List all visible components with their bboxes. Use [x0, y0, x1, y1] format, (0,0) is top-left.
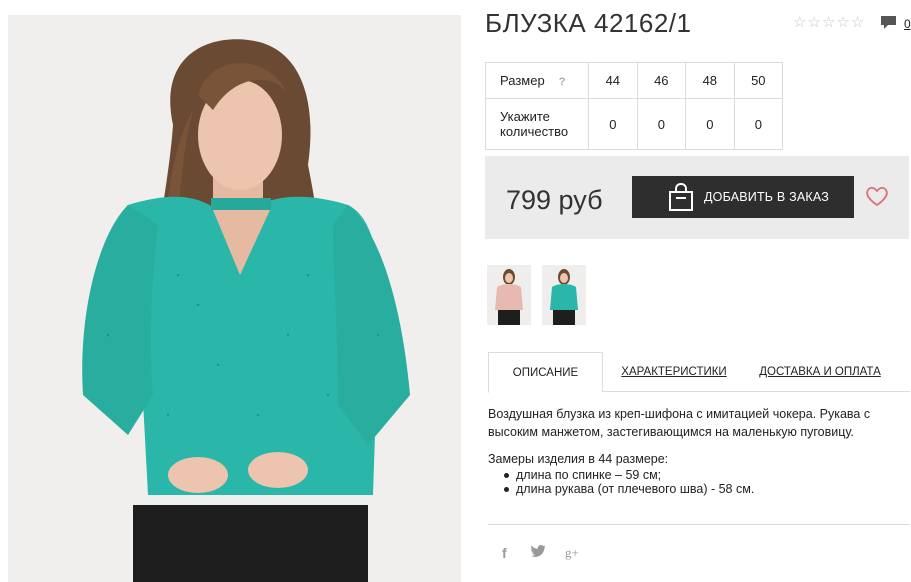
bag-icon — [669, 183, 693, 211]
product-main-image[interactable] — [8, 15, 461, 582]
list-item: длина рукава (от плечевого шва) - 58 см. — [502, 482, 908, 496]
size-label: Размер — [500, 73, 545, 88]
size-quantity-table: Размер? 44 46 48 50 Укажите количество 0… — [484, 62, 784, 150]
google-plus-icon[interactable]: g+ — [565, 545, 579, 561]
quantity-input[interactable]: 0 — [733, 98, 784, 150]
product-tabs: ОПИСАНИЕ ХАРАКТЕРИСТИКИ ДОСТАВКА И ОПЛАТ… — [488, 352, 910, 393]
comment-count-link[interactable]: 0 — [904, 17, 911, 31]
add-to-order-button[interactable]: ДОБАВИТЬ В ЗАКАЗ — [632, 176, 854, 218]
quantity-input[interactable]: 0 — [588, 98, 638, 150]
size-help-icon[interactable]: ? — [559, 76, 566, 88]
add-to-order-label: ДОБАВИТЬ В ЗАКАЗ — [704, 190, 830, 204]
thumbnail-image[interactable] — [542, 265, 586, 325]
description-panel: Воздушная блузка из креп-шифона с имитац… — [488, 405, 908, 496]
measurements-title: Замеры изделия в 44 размере: — [488, 452, 669, 466]
rating-stars[interactable]: ☆ ☆ ☆ ☆ ☆ — [793, 14, 864, 30]
tab-description[interactable]: ОПИСАНИЕ — [488, 352, 603, 393]
quantity-label: Укажите количество — [484, 98, 590, 150]
product-price: 799 руб — [506, 185, 603, 215]
star-icon[interactable]: ☆ — [793, 14, 806, 30]
description-text: Воздушная блузка из креп-шифона с имитац… — [488, 407, 871, 439]
thumbnail-image[interactable] — [487, 265, 531, 325]
divider — [488, 524, 910, 525]
quantity-input[interactable]: 0 — [636, 98, 687, 150]
twitter-icon[interactable] — [531, 545, 546, 561]
size-cell[interactable]: 46 — [636, 62, 687, 99]
star-icon[interactable]: ☆ — [822, 14, 835, 30]
star-icon[interactable]: ☆ — [836, 14, 849, 30]
measurements-list: длина по спинке – 59 см; длина рукава (о… — [488, 468, 908, 496]
size-cell[interactable]: 44 — [588, 62, 638, 99]
size-label-cell: Размер? — [484, 62, 590, 99]
comment-icon[interactable] — [880, 15, 897, 30]
product-title: БЛУЗКА 42162/1 — [485, 8, 692, 38]
quantity-input[interactable]: 0 — [685, 98, 735, 150]
purchase-box: 799 руб ДОБАВИТЬ В ЗАКАЗ — [485, 156, 909, 239]
star-icon[interactable]: ☆ — [851, 14, 864, 30]
size-cell[interactable]: 48 — [685, 62, 735, 99]
list-item: длина по спинке – 59 см; — [502, 468, 908, 482]
star-icon[interactable]: ☆ — [807, 14, 820, 30]
tab-characteristics[interactable]: ХАРАКТЕРИСТИКИ — [614, 352, 734, 392]
facebook-icon[interactable]: f — [502, 545, 507, 561]
heart-icon[interactable] — [865, 185, 889, 207]
tab-delivery-payment[interactable]: ДОСТАВКА И ОПЛАТА — [754, 352, 886, 392]
size-cell[interactable]: 50 — [733, 62, 784, 99]
